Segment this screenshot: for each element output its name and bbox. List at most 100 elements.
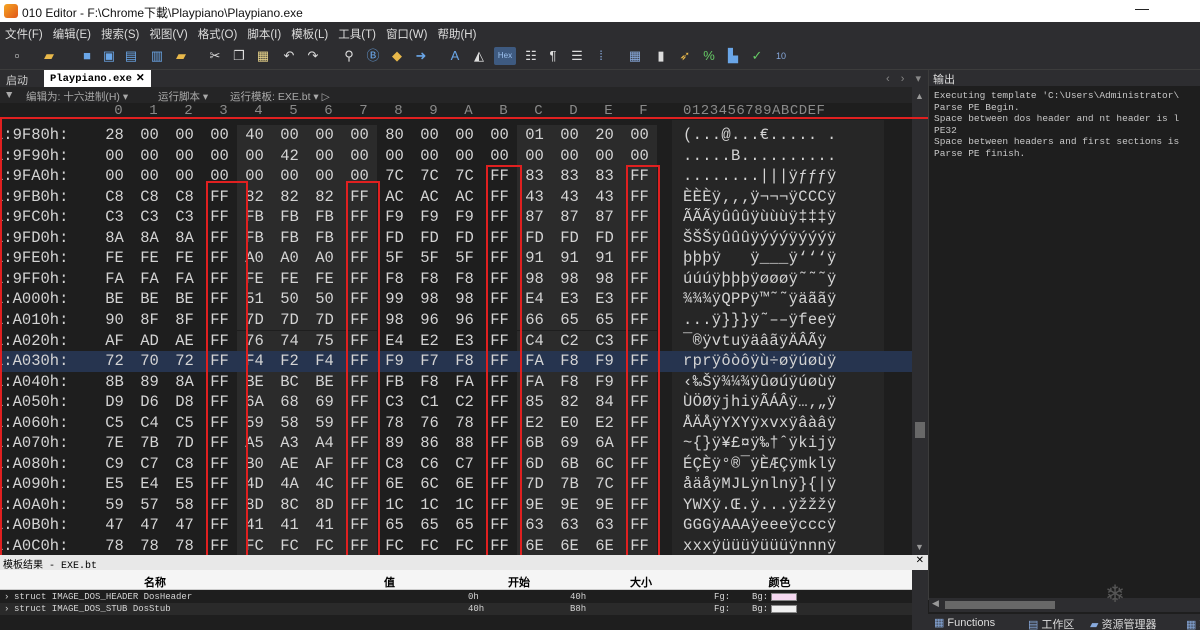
hex-byte[interactable]: AC (412, 187, 447, 208)
hex-byte[interactable]: FF (342, 228, 377, 249)
hex-byte[interactable]: 41 (307, 515, 342, 536)
hex-row[interactable]: 1:A090h: E5 E4 E5 FF 4D 4A 4C FF 6E 6C 6E FF 7D 7B 7C FF… (0, 474, 912, 495)
ascii-text[interactable]: ÉÇÈÿ°®¯ÿÈÆÇÿmklÿ (683, 454, 883, 475)
hex-byte[interactable]: 91 (552, 248, 587, 269)
hex-byte[interactable]: 00 (307, 125, 342, 146)
ascii-text[interactable]: ~{}ÿ¥£¤ÿ‰†ˆÿkijÿ (683, 433, 883, 454)
expand-icon[interactable]: › (4, 603, 9, 615)
edit-as-dropdown[interactable]: 编辑为: 十六进制(H) ▾ (26, 89, 128, 104)
save-icon[interactable]: ■ (78, 47, 96, 65)
hex-byte[interactable]: F9 (587, 372, 622, 393)
ascii-text[interactable]: ¯­®ÿvtuÿäâãÿÄÂÃÿ (683, 331, 883, 352)
menu-item-0[interactable]: 文件(F) (0, 22, 48, 42)
hex-byte[interactable]: 83 (517, 166, 552, 187)
hex-byte[interactable]: FB (237, 207, 272, 228)
hex-byte[interactable]: 6A (237, 392, 272, 413)
ascii-text[interactable]: (...@...€..... . (683, 125, 883, 146)
hex-byte[interactable]: FF (202, 331, 237, 352)
hex-byte[interactable]: 00 (97, 166, 132, 187)
hex-byte[interactable]: AC (447, 187, 482, 208)
hex-byte[interactable]: 00 (482, 125, 517, 146)
hex-byte[interactable]: FF (622, 289, 657, 310)
hex-byte[interactable]: 8A (132, 228, 167, 249)
hex-byte[interactable]: 59 (97, 495, 132, 516)
hex-byte[interactable]: 7E (97, 433, 132, 454)
hex-byte[interactable]: 58 (272, 413, 307, 434)
hex-byte[interactable]: FF (482, 433, 517, 454)
minimize-button[interactable]: — (1135, 0, 1149, 16)
save-as-icon[interactable]: ▣ (100, 47, 118, 65)
hex-byte[interactable]: FE (97, 248, 132, 269)
template-close-icon[interactable]: ✕ (916, 555, 924, 566)
ascii-text[interactable]: åäåÿMJLÿnlnÿ}{|ÿ (683, 474, 883, 495)
redo-icon[interactable]: ↷ (304, 47, 322, 65)
hex-byte[interactable]: FC (447, 536, 482, 555)
goto-icon[interactable]: ➜ (412, 47, 430, 65)
hex-byte[interactable]: 8A (167, 372, 202, 393)
scroll-down-icon[interactable]: ▼ (915, 542, 924, 552)
checksum-icon[interactable]: ✓ (748, 47, 766, 65)
hex-byte[interactable]: FD (587, 228, 622, 249)
hex-byte[interactable]: FF (622, 166, 657, 187)
hex-byte[interactable]: 00 (97, 146, 132, 167)
options-marker-icon[interactable]: ▼ (4, 89, 14, 101)
hex-byte[interactable]: BC (272, 372, 307, 393)
hex-byte[interactable]: 87 (517, 207, 552, 228)
hex-byte[interactable]: 00 (237, 146, 272, 167)
hex-row[interactable]: 1:A0A0h: 59 57 58 FF 8D 8C 8D FF 1C 1C 1C FF 9E 9E 9E FF… (0, 494, 912, 516)
hex-byte[interactable]: 65 (587, 310, 622, 331)
hex-byte[interactable]: 00 (342, 146, 377, 167)
hex-byte[interactable]: 00 (202, 166, 237, 187)
hex-byte[interactable]: FF (342, 289, 377, 310)
hex-byte[interactable]: 63 (587, 515, 622, 536)
hex-byte[interactable]: FF (622, 474, 657, 495)
ascii-text[interactable]: ...ÿ}}}ÿ˜––ÿfeeÿ (683, 310, 883, 331)
hex-byte[interactable]: C3 (97, 207, 132, 228)
hex-byte[interactable]: E0 (552, 413, 587, 434)
hex-byte[interactable]: FA (97, 269, 132, 290)
hex-byte[interactable]: 76 (412, 413, 447, 434)
hex-byte[interactable]: 8F (132, 310, 167, 331)
hex-byte[interactable]: 83 (587, 166, 622, 187)
tab-start[interactable]: 启动 (0, 70, 34, 87)
hex-byte[interactable]: 98 (517, 269, 552, 290)
hex-byte[interactable]: E3 (587, 289, 622, 310)
hex-byte[interactable]: FF (342, 331, 377, 352)
hex-byte[interactable]: 8F (167, 310, 202, 331)
hex-byte[interactable]: FF (622, 187, 657, 208)
hex-byte[interactable]: 98 (377, 310, 412, 331)
hex-byte[interactable]: 98 (412, 289, 447, 310)
hex-row[interactable]: 1:A030h: 72 70 72 FF F4 F2 F4 FF F9 F7 F8 FF FA F8 F9 FF… (0, 351, 912, 372)
hex-byte[interactable]: 65 (377, 515, 412, 536)
run-script-dropdown[interactable]: 运行脚本 ▾ (158, 89, 208, 104)
hex-scrollbar[interactable]: ▲ ▼ (912, 87, 928, 555)
ascii-text[interactable]: xxxÿüüüÿüüüÿnnnÿ (683, 536, 883, 555)
hex-byte[interactable]: 96 (447, 310, 482, 331)
hex-row[interactable]: 1:9FF0h: FA FA FA FF FE FE FE FF F8 F8 F8 FF 98 98 98 FF… (0, 268, 912, 290)
hex-byte[interactable]: C8 (132, 187, 167, 208)
hex-row[interactable]: 1:A040h: 8B 89 8A FF BE BC BE FF FB F8 FA FF FA F8 F9 FF… (0, 371, 912, 393)
hex-byte[interactable]: 5F (447, 248, 482, 269)
hex-byte[interactable]: FA (447, 372, 482, 393)
hex-byte[interactable]: 40 (237, 125, 272, 146)
hex-byte[interactable]: 88 (447, 433, 482, 454)
hex-byte[interactable]: 6E (447, 474, 482, 495)
hex-byte[interactable]: 00 (412, 125, 447, 146)
hex-byte[interactable]: 8A (167, 228, 202, 249)
col-start[interactable]: 开始 (468, 574, 570, 590)
hex-byte[interactable]: 00 (552, 125, 587, 146)
hex-byte[interactable]: FA (167, 269, 202, 290)
highlight-icon[interactable]: ◭ (470, 47, 488, 65)
hex-byte[interactable]: FF (482, 392, 517, 413)
menu-item-8[interactable]: 窗口(W) (381, 22, 433, 42)
hex-byte[interactable]: BE (97, 289, 132, 310)
tab-playpiano[interactable]: Playpiano.exe ✕ (44, 70, 151, 87)
hex-byte[interactable]: FF (482, 166, 517, 187)
hex-byte[interactable]: 47 (167, 515, 202, 536)
hex-byte[interactable]: FE (272, 269, 307, 290)
script-icon[interactable]: ➶ (676, 47, 694, 65)
hex-byte[interactable]: AE (167, 331, 202, 352)
copy-icon[interactable]: ❐ (230, 47, 248, 65)
output-hscrollbar[interactable]: ◀ (929, 598, 1200, 612)
hex-byte[interactable]: F9 (447, 207, 482, 228)
